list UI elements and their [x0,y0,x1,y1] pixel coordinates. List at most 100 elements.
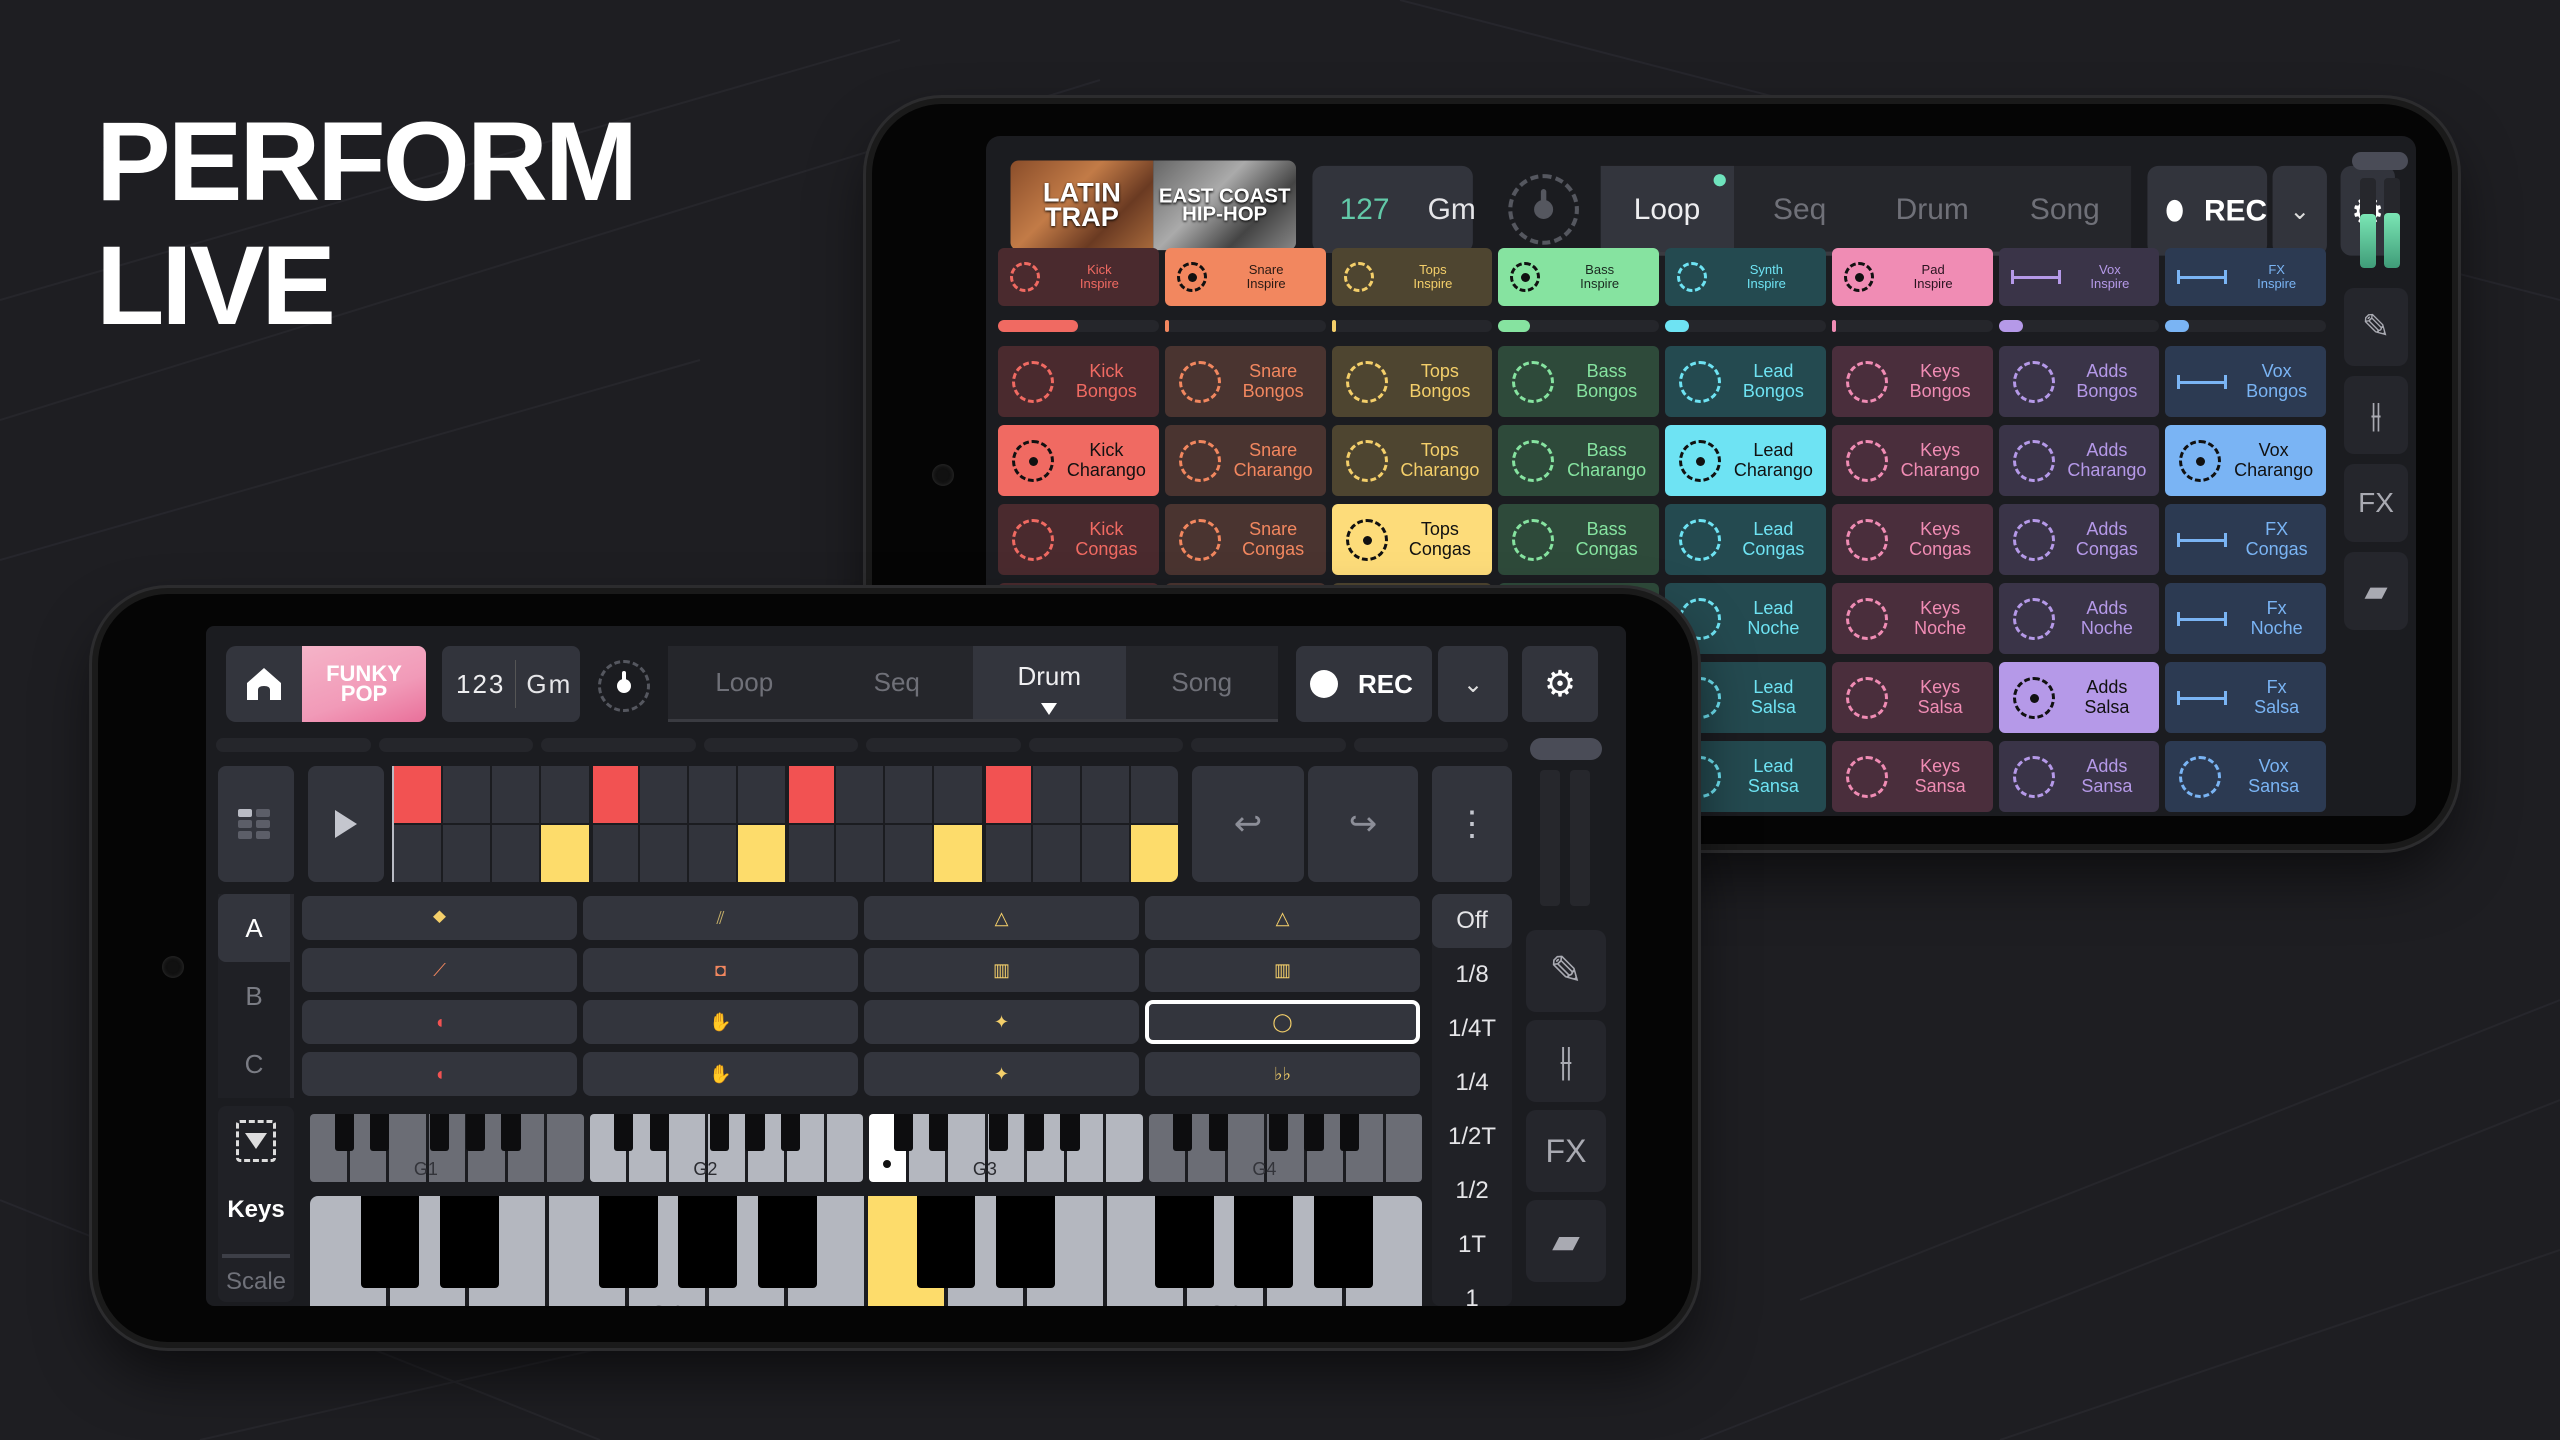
drum-pad[interactable]: ⫽ [583,896,858,940]
loop-pad[interactable]: Snare Inspire [1164,248,1326,306]
tempo-key-button[interactable]: 127 Gm [1312,165,1476,253]
rec-options-button[interactable]: ⌄ [1438,646,1508,722]
sequencer-step[interactable] [934,825,982,882]
loop-pad[interactable]: Bass Charango [1498,425,1659,496]
volume-fader-handle[interactable] [1530,738,1602,760]
sequencer-step[interactable] [1130,825,1178,882]
rec-button[interactable]: REC [1296,646,1432,722]
rec-options-button[interactable]: ⌄ [2272,165,2327,256]
drum-pad[interactable]: ✋ [583,1052,858,1096]
black-key[interactable] [1173,1114,1193,1152]
settings-button[interactable]: ⚙ [1522,646,1598,722]
black-key[interactable] [1304,1114,1324,1152]
loop-pad[interactable]: Tops Inspire [1331,248,1493,306]
sample-pack-east-coast[interactable]: EAST COAST HIP-HOP [1153,160,1297,251]
black-key[interactable] [439,1196,499,1288]
sample-pack-art[interactable]: LATIN TRAP EAST COAST HIP-HOP [1010,160,1297,251]
loop-pad[interactable]: Keys Charango [1831,425,1993,496]
drum-pad[interactable]: ✦ [864,1000,1139,1044]
loop-pad[interactable]: Lead Charango [1665,425,1826,496]
tempo-key-button[interactable]: 123 Gm [442,646,580,722]
drum-pad[interactable]: △ [864,896,1139,940]
mixer-button[interactable]: ⫲ [2344,376,2408,454]
loop-pad[interactable]: Keys Bongos [1831,346,1993,417]
loop-pad[interactable]: Keys Sansa [1831,741,1993,812]
black-key[interactable] [709,1114,729,1152]
black-key[interactable] [995,1196,1055,1288]
black-key[interactable] [614,1114,634,1152]
fx-button[interactable]: FX [2344,464,2408,542]
black-key[interactable] [360,1196,420,1288]
note-repeat-option[interactable]: 1T [1432,1218,1512,1272]
sequencer-step[interactable] [592,825,638,882]
octave-G1[interactable]: G1 [310,1114,584,1182]
drum-pad[interactable]: ◯ [1145,1000,1420,1044]
octave-G3[interactable]: G3 [869,1114,1143,1182]
sequencer-step[interactable] [541,825,589,882]
sequencer-step[interactable] [985,766,1031,823]
tab-drum[interactable]: Drum [973,646,1126,719]
loop-pad[interactable]: Vox Inspire [1998,248,2160,306]
drum-pad[interactable]: ▥ [864,948,1139,992]
drum-pad[interactable]: ✋ [583,1000,858,1044]
loop-pad[interactable]: Snare Congas [1164,504,1326,575]
black-key[interactable] [929,1114,949,1152]
loop-pad[interactable]: Snare Bongos [1164,346,1326,417]
black-key[interactable] [370,1114,390,1152]
redo-button[interactable]: ↪ [1308,766,1418,882]
sequencer-step[interactable] [443,766,491,823]
loop-pad[interactable]: Adds Noche [1998,583,2160,654]
loop-pad[interactable]: FX Congas [2165,504,2326,575]
edit-button[interactable]: ✎ [1526,930,1606,1012]
note-repeat-option[interactable]: 1 [1432,1272,1512,1306]
sequencer-step[interactable] [492,766,540,823]
sequencer-step[interactable] [394,766,442,823]
tab-seq[interactable]: Seq [821,646,974,719]
loop-pad[interactable]: Synth Inspire [1665,248,1826,306]
sequencer-step[interactable] [688,766,736,823]
sequencer-step[interactable] [985,825,1031,882]
loop-pad[interactable]: Adds Bongos [1998,346,2160,417]
sequencer-step[interactable] [789,766,835,823]
black-key[interactable] [893,1114,913,1152]
sequencer-step[interactable] [492,825,540,882]
sequencer-step[interactable] [836,825,884,882]
tab-song[interactable]: Song [1126,646,1279,719]
folder-button[interactable]: ▰ [1526,1200,1606,1282]
sequencer-step[interactable] [541,766,589,823]
loop-pad[interactable]: Keys Noche [1831,583,1993,654]
loop-pad[interactable]: Kick Inspire [998,248,1159,306]
loop-pad[interactable]: Snare Charango [1164,425,1326,496]
black-key[interactable] [1024,1114,1045,1152]
loop-pad[interactable]: Vox Bongos [2165,346,2326,417]
edit-button[interactable]: ✎ [2344,288,2408,366]
loop-pad[interactable]: FX Inspire [2165,248,2326,306]
loop-pad[interactable]: Kick Congas [998,504,1159,575]
black-key[interactable] [780,1114,801,1152]
drum-pad[interactable]: ◖ [302,1052,577,1096]
sequencer-step[interactable] [1081,766,1129,823]
play-button[interactable] [308,766,384,882]
black-key[interactable] [598,1196,658,1288]
bank-b[interactable]: B [218,962,290,1030]
white-key[interactable] [826,1114,863,1182]
home-button[interactable] [226,646,302,722]
loop-pad[interactable]: Adds Salsa [1998,662,2160,733]
loop-pad[interactable]: Fx Salsa [2165,662,2326,733]
loop-pad[interactable]: Keys Congas [1831,504,1993,575]
sequencer-step[interactable] [1130,766,1178,823]
black-key[interactable] [1154,1196,1214,1288]
tab-seq[interactable]: Seq [1733,166,1866,252]
tab-loop[interactable]: Loop [1600,165,1734,252]
loop-pad[interactable]: Lead Congas [1665,504,1826,575]
sequencer-step[interactable] [1032,766,1080,823]
drum-pad[interactable]: ✦ [864,1052,1139,1096]
sequencer-step[interactable] [885,825,933,882]
loop-pad[interactable]: Tops Charango [1331,425,1493,496]
scale-mode-button[interactable]: Scale [218,1268,294,1296]
more-options-button[interactable]: ⋮ [1432,766,1512,882]
volume-fader-handle[interactable] [2352,152,2408,170]
drum-pad[interactable]: ◖ [302,1000,577,1044]
white-key[interactable] [1385,1114,1422,1182]
tab-drum[interactable]: Drum [1866,166,1999,252]
